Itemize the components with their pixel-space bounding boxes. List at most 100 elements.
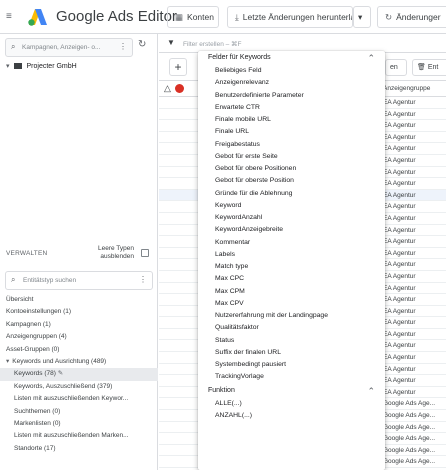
dropdown-item[interactable]: Nutzererfahrung mit der Landingpage (198, 310, 385, 322)
nav-item[interactable]: Standorte (17) (0, 443, 158, 455)
remove-button[interactable]: 🗑 Ent (412, 59, 446, 76)
function-list: ALLE(...) ANZAHL(...) (198, 398, 385, 423)
edit-icon[interactable]: ✎ (56, 370, 63, 377)
ad-group-cell: EA Agentur (383, 180, 416, 188)
dropdown-item[interactable]: Freigabestatus (198, 139, 385, 151)
filter-icon: ▼ (167, 38, 175, 47)
edit-button[interactable]: en (385, 59, 407, 76)
hamburger-icon[interactable]: ≡ (6, 11, 12, 22)
nav-item[interactable]: Kampagnen (1) (0, 319, 158, 331)
dropdown-item[interactable]: Keyword (198, 200, 385, 212)
dropdown-item[interactable]: Status (198, 335, 385, 347)
dropdown-item[interactable]: TrackingVorlage (198, 371, 385, 383)
nav-item[interactable]: Suchthemen (0) (0, 406, 158, 418)
grid-icon: ▦ (175, 12, 184, 22)
dropdown-group-keyword-fields[interactable]: Felder für Keywords ⌃ (198, 51, 385, 65)
dropdown-item[interactable]: KeywordAnzeigebreite (198, 224, 385, 236)
nav-item[interactable]: Markenlisten (0) (0, 418, 158, 430)
ad-group-cell: EA Agentur (383, 191, 416, 199)
ad-group-cell: Google Ads Age... (383, 400, 436, 408)
nav-item[interactable]: Keywords, Auszuschließend (379) (0, 381, 158, 393)
column-header-ad-group[interactable]: Anzeigengruppe (383, 85, 430, 92)
add-button[interactable]: + (169, 58, 187, 76)
chevron-up-icon: ⌃ (367, 385, 375, 396)
download-dropdown-button[interactable]: ▾ (353, 6, 371, 28)
ad-group-cell: EA Agentur (383, 214, 416, 222)
more-options-icon[interactable]: ⋮ (139, 275, 147, 284)
nav-item[interactable]: Übersicht (0, 294, 158, 306)
ad-group-cell: EA Agentur (383, 226, 416, 234)
google-ads-logo (28, 9, 47, 26)
account-search-input[interactable]: ⌕ Kampagnen, Anzeigen- o... ⋮ (5, 38, 133, 57)
ad-group-cell: Google Ads Age... (383, 435, 436, 443)
ad-group-cell: Google Ads Age... (383, 412, 436, 420)
dropdown-item[interactable]: Erwartete CTR (198, 102, 385, 114)
dropdown-item[interactable]: Anzeigenrelevanz (198, 77, 385, 89)
ad-group-cell: EA Agentur (383, 261, 416, 269)
filter-field-dropdown: Felder für Keywords ⌃ Beliebiges Feld Anz… (198, 51, 385, 470)
nav-item[interactable]: Kontoeinstellungen (1) (0, 306, 158, 318)
changes-button[interactable]: ↻ Änderunger (377, 6, 446, 28)
dropdown-item[interactable]: Gebot für oberste Position (198, 175, 385, 187)
account-tree-item[interactable]: ▾ Projecter GmbH (6, 62, 77, 70)
dropdown-item[interactable]: Kommentar (198, 237, 385, 249)
ad-group-cell: EA Agentur (383, 110, 416, 118)
nav-item[interactable]: Listen mit auszuschließenden Keywor... (0, 393, 158, 405)
dropdown-item[interactable]: ANZAHL(...) (198, 410, 385, 422)
trash-icon: 🗑 (417, 64, 426, 71)
more-options-icon[interactable]: ⋮ (119, 42, 127, 51)
hide-empty-types-label: Leere Typen ausblenden (97, 245, 134, 260)
dropdown-item[interactable]: Benutzerdefinierte Parameter (198, 90, 385, 102)
ad-group-cell: EA Agentur (383, 272, 416, 280)
dropdown-item[interactable]: Systembedingt pausiert (198, 359, 385, 371)
caret-down-icon: ▾ (6, 63, 10, 70)
download-changes-button[interactable]: ⤓Letzte Änderungen herunterladen (227, 6, 353, 28)
refresh-icon: ↻ (385, 12, 393, 22)
dropdown-item[interactable]: KeywordAnzahl (198, 212, 385, 224)
sync-icon[interactable]: ↻ (138, 39, 146, 50)
ad-group-cell: EA Agentur (383, 168, 416, 176)
accounts-button[interactable]: ▦ Konten (167, 6, 219, 28)
dropdown-item[interactable]: Gebot für obere Positionen (198, 163, 385, 175)
dropdown-item[interactable]: Finale mobile URL (198, 114, 385, 126)
dropdown-item[interactable]: Max CPM (198, 286, 385, 298)
caret-down-icon[interactable]: ▾ (6, 358, 9, 365)
ad-group-cell: EA Agentur (383, 388, 416, 396)
warning-icon: △ (164, 83, 171, 93)
dropdown-item[interactable]: Qualitätsfaktor (198, 322, 385, 334)
ad-group-cell: EA Agentur (383, 296, 416, 304)
hide-empty-types-checkbox[interactable] (141, 249, 149, 257)
dropdown-item[interactable]: Gebot für erste Seite (198, 151, 385, 163)
search-icon: ⌕ (11, 275, 16, 284)
dropdown-item[interactable]: Gründe für die Ablehnung (198, 188, 385, 200)
entity-type-search-input[interactable]: ⌕ Entitätstyp suchen ⋮ (5, 271, 153, 290)
error-icon (175, 84, 184, 93)
nav-item[interactable]: Anzeigengruppen (4) (0, 331, 158, 343)
download-icon: ⤓ (235, 12, 239, 22)
ad-group-cell: EA Agentur (383, 203, 416, 211)
search-icon: ⌕ (11, 42, 16, 51)
dropdown-item[interactable]: Max CPC (198, 273, 385, 285)
dropdown-item[interactable]: Max CPV (198, 298, 385, 310)
ad-group-cell: EA Agentur (383, 122, 416, 130)
dropdown-item[interactable]: Finale URL (198, 126, 385, 138)
nav-item[interactable]: Keywords (78) ✎ (0, 368, 158, 381)
nav-item[interactable]: Asset-Gruppen (0) (0, 344, 158, 356)
dropdown-item[interactable]: ALLE(...) (198, 398, 385, 410)
dropdown-group-function[interactable]: Funktion ⌃ (198, 384, 385, 398)
dropdown-item[interactable]: Match type (198, 261, 385, 273)
ad-group-cell: EA Agentur (383, 377, 416, 385)
ad-group-cell: EA Agentur (383, 249, 416, 257)
nav-item[interactable]: ▾ Keywords und Ausrichtung (489) (0, 356, 158, 368)
ad-group-cell: Google Ads Age... (383, 423, 436, 431)
top-bar: ≡ Google Ads Editor ▦ Konten ⤓ Letzte Ände… (0, 0, 446, 34)
caret-down-icon: ▾ (358, 12, 363, 22)
nav-item[interactable]: Listen mit auszuschließenden Marken... (0, 430, 158, 442)
dropdown-item[interactable]: Labels (198, 249, 385, 261)
ad-group-cell: EA Agentur (383, 307, 416, 315)
ad-group-cell: EA Agentur (383, 156, 416, 164)
dropdown-item[interactable]: Beliebiges Feld (198, 65, 385, 77)
dropdown-item[interactable]: Suffix der finalen URL (198, 347, 385, 359)
left-panel: ⌕ Kampagnen, Anzeigen- o... ⋮ ↻ ▾ Project… (0, 34, 158, 470)
ad-group-cell: Google Ads Age... (383, 446, 436, 454)
